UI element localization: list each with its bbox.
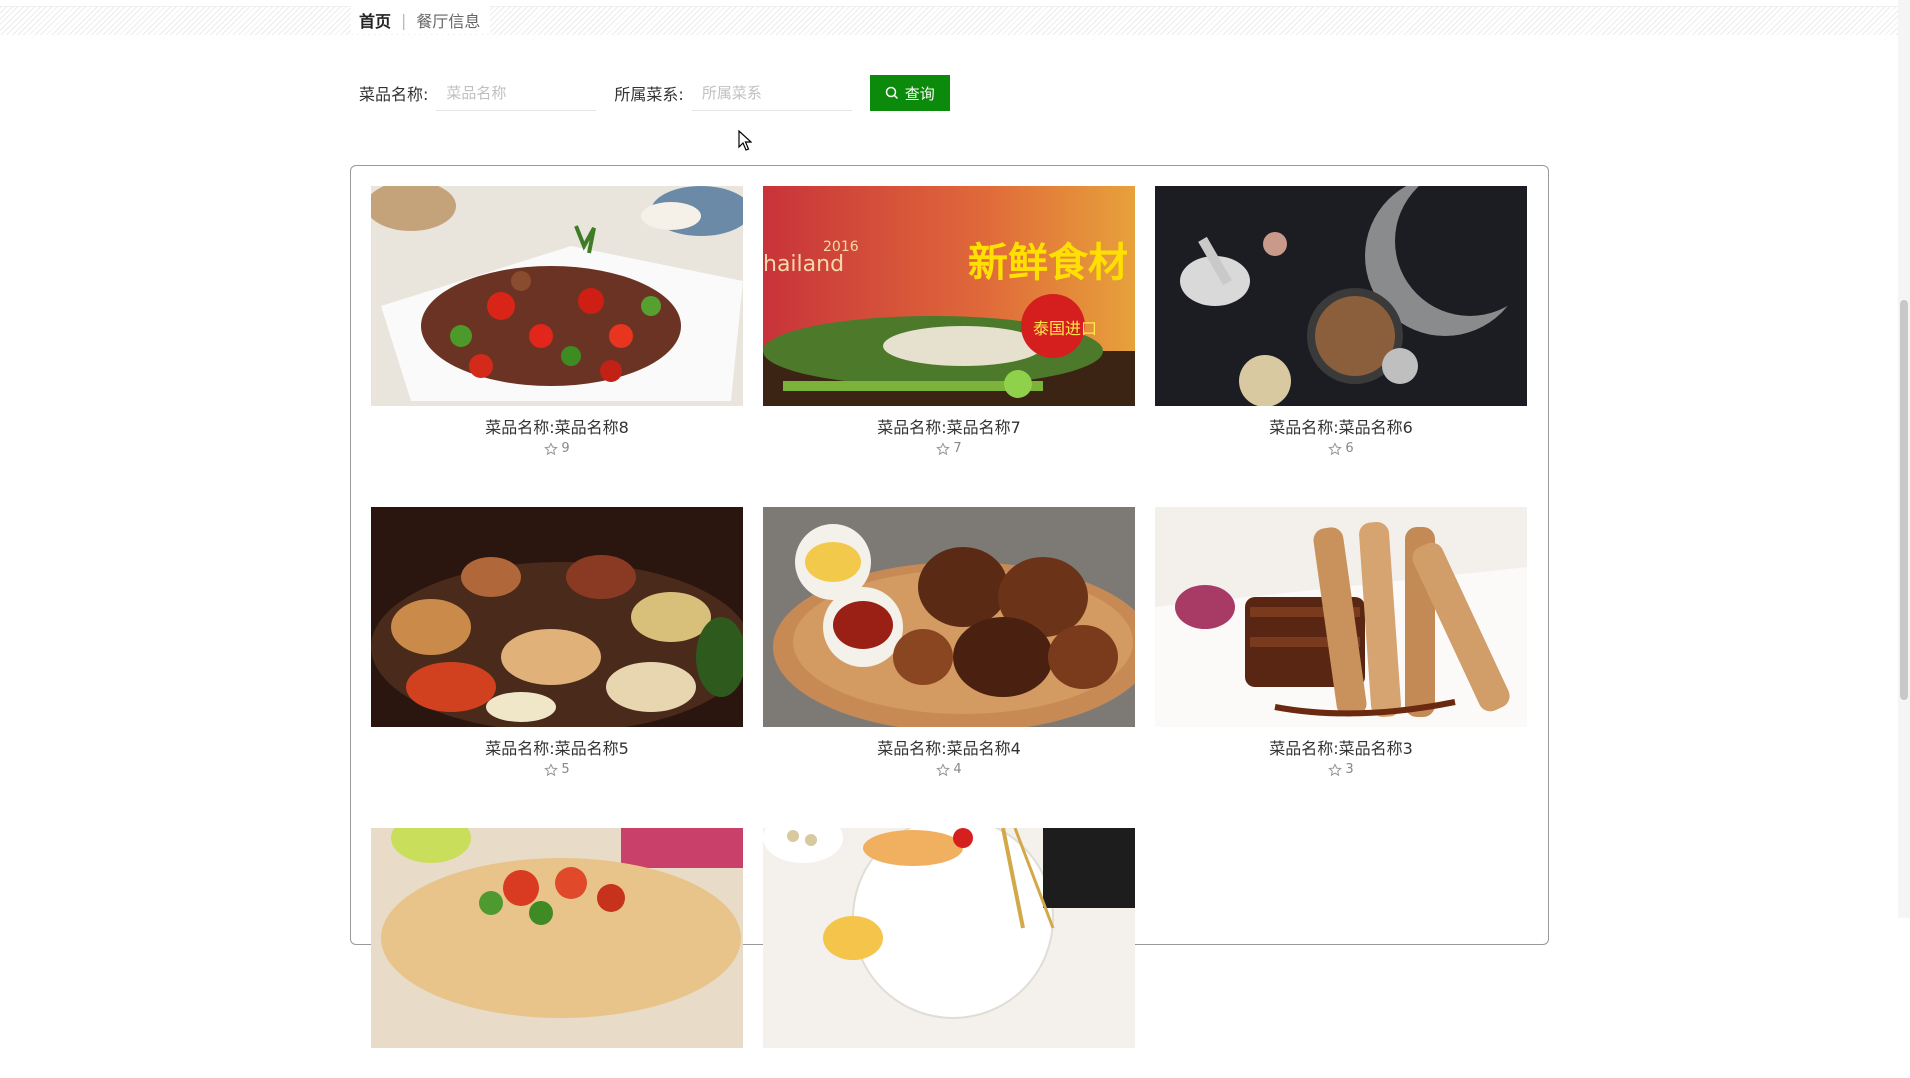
page-scrollbar[interactable] xyxy=(1898,0,1910,918)
dish-favorite-count: 7 xyxy=(763,441,1135,456)
banner-brand: hailand xyxy=(763,252,844,277)
dish-image[interactable] xyxy=(371,828,743,1048)
breadcrumb-current: 餐厅信息 xyxy=(416,12,481,31)
dish-favorite-count: 3 xyxy=(1155,762,1527,777)
dish-title[interactable]: 菜品名称:菜品名称6 xyxy=(1155,414,1527,437)
favorite-count-value: 6 xyxy=(1345,441,1354,456)
dish-card[interactable]: 菜品名称:菜品名称4 4 xyxy=(763,507,1135,777)
dish-image[interactable] xyxy=(371,507,743,727)
favorite-count-value: 7 xyxy=(953,441,962,456)
dish-image[interactable] xyxy=(1155,507,1527,727)
dish-card[interactable]: 泰国进口 新鲜食材 2016 hailand 菜品名称:菜品名称7 7 xyxy=(763,186,1135,456)
favorite-count-value: 9 xyxy=(561,441,570,456)
dish-image[interactable] xyxy=(763,828,1135,1048)
dish-title[interactable]: 菜品名称:菜品名称3 xyxy=(1155,735,1527,758)
dish-card[interactable] xyxy=(763,828,1135,1078)
star-outline-icon xyxy=(936,762,951,776)
dish-title[interactable]: 菜品名称:菜品名称7 xyxy=(763,414,1135,437)
star-outline-icon xyxy=(936,441,951,455)
breadcrumb-separator: | xyxy=(401,10,407,30)
favorite-count-value: 5 xyxy=(561,762,570,777)
dish-card[interactable]: 菜品名称:菜品名称3 3 xyxy=(1155,507,1527,777)
mouse-cursor-icon xyxy=(738,130,752,151)
breadcrumb-strip xyxy=(0,6,1910,35)
dish-image[interactable] xyxy=(1155,186,1527,406)
search-icon xyxy=(885,86,898,100)
dish-image[interactable] xyxy=(763,507,1135,727)
dish-name-input[interactable] xyxy=(436,75,597,111)
breadcrumb-home-link[interactable]: 首页 xyxy=(359,8,391,32)
dish-title[interactable]: 菜品名称:菜品名称8 xyxy=(371,414,743,437)
dish-title[interactable] xyxy=(371,1056,743,1078)
dish-image[interactable]: 泰国进口 新鲜食材 2016 hailand xyxy=(763,186,1135,406)
cuisine-label: 所属菜系: xyxy=(614,85,684,104)
star-outline-icon xyxy=(1328,441,1343,455)
banner-title: 新鲜食材 xyxy=(968,240,1128,286)
cuisine-input[interactable] xyxy=(691,75,852,111)
dish-list-panel: 菜品名称:菜品名称8 9 泰国进口 新鲜食材 2016 hailand 菜品名称… xyxy=(350,165,1549,1048)
dish-card[interactable] xyxy=(371,828,743,1078)
dish-favorite-count: 6 xyxy=(1155,441,1527,456)
dish-favorite-count: 5 xyxy=(371,762,743,777)
dish-favorite-count: 4 xyxy=(763,762,1135,777)
favorite-count-value: 4 xyxy=(953,762,962,777)
dish-title[interactable] xyxy=(763,1056,1135,1078)
star-outline-icon xyxy=(544,762,559,776)
dish-image[interactable] xyxy=(371,186,743,406)
search-bar: 菜品名称: 所属菜系: 查询 xyxy=(359,74,950,112)
scrollbar-thumb[interactable] xyxy=(1900,300,1908,700)
query-button-label: 查询 xyxy=(904,85,935,103)
dish-card[interactable]: 菜品名称:菜品名称5 5 xyxy=(371,507,743,777)
breadcrumb: 首页 | 餐厅信息 xyxy=(351,6,491,34)
dish-title[interactable]: 菜品名称:菜品名称4 xyxy=(763,735,1135,758)
dish-title[interactable]: 菜品名称:菜品名称5 xyxy=(371,735,743,758)
dish-card[interactable]: 菜品名称:菜品名称8 9 xyxy=(371,186,743,456)
favorite-count-value: 3 xyxy=(1345,762,1354,777)
star-outline-icon xyxy=(544,441,559,455)
star-outline-icon xyxy=(1328,762,1343,776)
dish-card[interactable]: 菜品名称:菜品名称6 6 xyxy=(1155,186,1527,456)
query-button[interactable]: 查询 xyxy=(869,75,950,111)
banner-badge: 泰国进口 xyxy=(1033,319,1097,338)
dish-name-label: 菜品名称: xyxy=(359,85,429,104)
dish-favorite-count: 9 xyxy=(371,441,743,456)
